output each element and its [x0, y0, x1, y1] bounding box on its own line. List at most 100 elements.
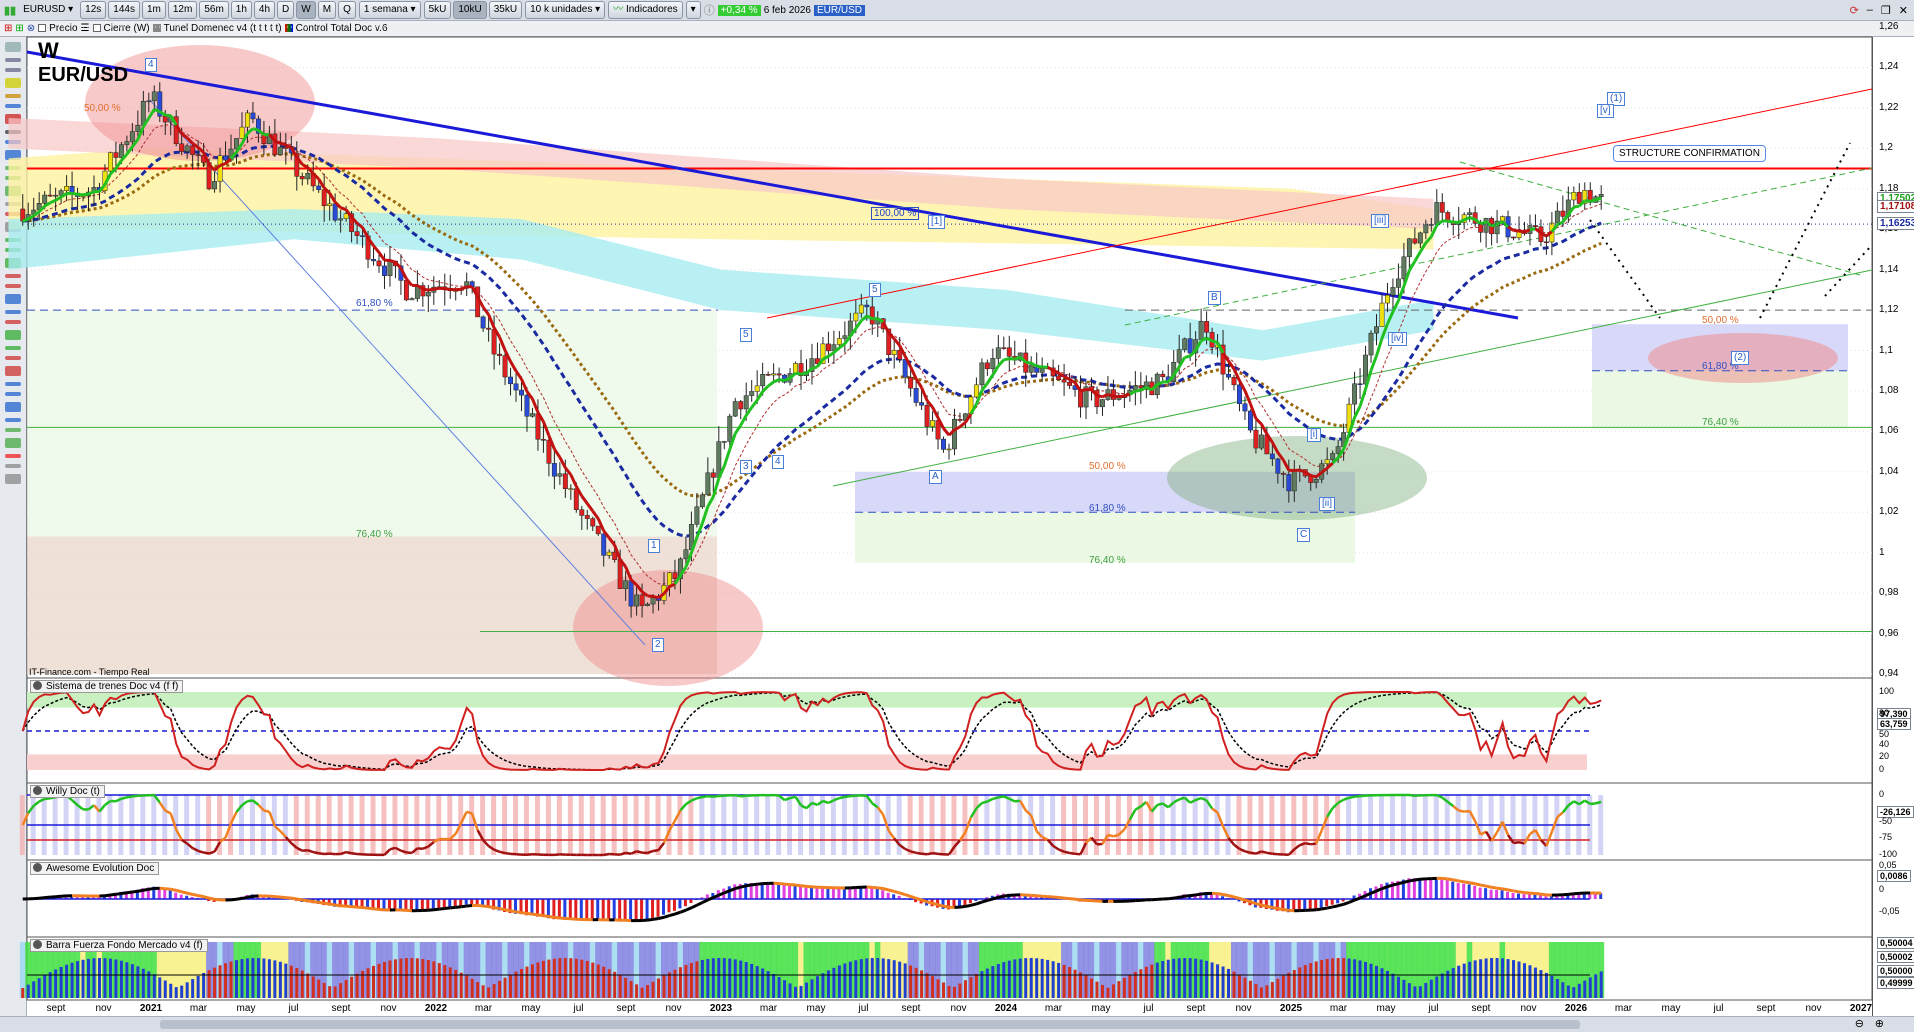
awesome-bar	[1489, 889, 1493, 899]
indicator-panel-title[interactable]: Willy Doc (t)	[30, 785, 105, 798]
force-bar	[607, 969, 611, 998]
wave-label[interactable]: A	[929, 470, 942, 484]
awesome-line	[554, 915, 561, 920]
candle	[793, 363, 798, 374]
wave-label[interactable]: C	[1297, 528, 1311, 542]
awesome-line	[378, 907, 385, 912]
force-bar	[1522, 963, 1526, 998]
candle	[403, 280, 409, 301]
awesome-bar	[1451, 881, 1455, 899]
awesome-line	[707, 896, 714, 902]
force-bar	[415, 958, 419, 998]
awesome-line	[1222, 893, 1229, 898]
force-bar	[848, 961, 852, 998]
awesome-line	[1496, 886, 1503, 891]
candle	[1395, 278, 1401, 288]
panel-close-icon[interactable]	[33, 940, 42, 949]
time-tick: jul	[1428, 1003, 1439, 1014]
panel-close-icon[interactable]	[33, 786, 42, 795]
force-bar	[1429, 979, 1433, 998]
force-bar	[925, 973, 929, 998]
force-bar	[289, 965, 293, 998]
candle	[223, 155, 228, 161]
candle	[1576, 191, 1582, 204]
force-bar	[985, 968, 989, 998]
force-bar	[382, 961, 386, 998]
awesome-line	[663, 914, 670, 919]
force-bar	[1068, 967, 1072, 998]
wave-label[interactable]: [ii]	[1319, 497, 1335, 511]
wave-label[interactable]: [v]	[1597, 104, 1614, 118]
wave-label[interactable]: [iv]	[1388, 332, 1407, 346]
candle	[387, 260, 393, 276]
force-bar	[1051, 961, 1055, 998]
awesome-bar	[596, 899, 600, 920]
wave-label[interactable]: [iii]	[1371, 214, 1390, 228]
awesome-line	[784, 882, 791, 887]
force-bar	[1528, 965, 1532, 998]
force-bar	[224, 963, 228, 998]
force-bar	[903, 963, 907, 998]
candle	[1324, 459, 1330, 464]
wave-label[interactable]: [1]	[928, 215, 946, 229]
fib-label: 50,00 %	[1702, 315, 1739, 326]
wave-label[interactable]: 2	[652, 638, 664, 652]
candle	[425, 292, 431, 297]
fast-ma-segment	[252, 127, 259, 132]
willy-line	[526, 852, 533, 856]
force-bar	[37, 978, 41, 998]
awesome-bar	[799, 887, 803, 899]
awesome-line	[148, 886, 155, 891]
candle	[1368, 332, 1374, 356]
awesome-line	[1381, 885, 1388, 891]
wave-label[interactable]: [i]	[1307, 428, 1321, 442]
awesome-line	[1272, 906, 1279, 911]
highlight-ellipse	[1167, 436, 1427, 520]
force-bar	[481, 985, 485, 998]
willy-line	[263, 809, 270, 813]
time-tick: mar	[1044, 1003, 1063, 1014]
indicator-panel-title[interactable]: Awesome Evolution Doc	[30, 862, 160, 875]
awesome-line	[132, 889, 139, 894]
structure-confirmation-label: STRUCTURE CONFIRMATION	[1613, 145, 1766, 162]
candle	[595, 525, 601, 535]
wave-label[interactable]: B	[1208, 291, 1221, 305]
wave-label[interactable]: 1	[648, 539, 660, 553]
awesome-line	[44, 895, 51, 900]
awesome-line	[302, 898, 308, 903]
awesome-bar	[842, 888, 846, 899]
candle	[1028, 364, 1034, 373]
bottom-scrollbar[interactable]: ⊕ ⊖	[0, 1016, 1914, 1032]
price-tick: 1,08	[1879, 384, 1899, 396]
force-bar	[202, 972, 206, 998]
wave-label[interactable]: 4	[772, 455, 784, 469]
awesome-bar	[574, 899, 578, 920]
wave-label[interactable]: 3	[740, 460, 752, 474]
time-tick: may	[236, 1003, 256, 1014]
willy-line	[998, 795, 1005, 799]
fast-ma-segment	[1523, 228, 1531, 234]
indicator-panel-title[interactable]: Barra Fuerza Fondo Mercado v4 (f)	[30, 939, 208, 952]
force-bar	[722, 958, 726, 998]
zoom-out-icon[interactable]: ⊖	[1855, 1017, 1864, 1030]
wave-label[interactable]: 5	[869, 283, 881, 297]
panel-close-icon[interactable]	[33, 863, 42, 872]
force-bar	[991, 966, 995, 998]
wave-label[interactable]: 5	[740, 328, 752, 342]
indicator-panel-title[interactable]: Sistema de trenes Doc v4 (f f)	[30, 680, 184, 693]
fast-ma-segment	[389, 259, 396, 264]
wave-label[interactable]: 4	[145, 58, 157, 72]
panel-close-icon[interactable]	[33, 681, 42, 690]
candle	[721, 441, 727, 443]
force-bar	[103, 958, 107, 998]
awesome-line	[1469, 881, 1476, 886]
price-axis[interactable]: 1,261,241,221,21,181,161,141,121,11,081,…	[1872, 21, 1914, 1016]
time-tick: may	[806, 1003, 826, 1014]
force-bar	[1440, 973, 1444, 998]
candle	[1500, 216, 1506, 222]
zoom-in-icon[interactable]: ⊕	[1875, 1017, 1884, 1030]
force-bar	[1237, 974, 1241, 998]
scroll-thumb[interactable]	[160, 1020, 1580, 1029]
wave-label[interactable]: (2)	[1731, 351, 1750, 365]
awesome-line	[1239, 897, 1246, 902]
